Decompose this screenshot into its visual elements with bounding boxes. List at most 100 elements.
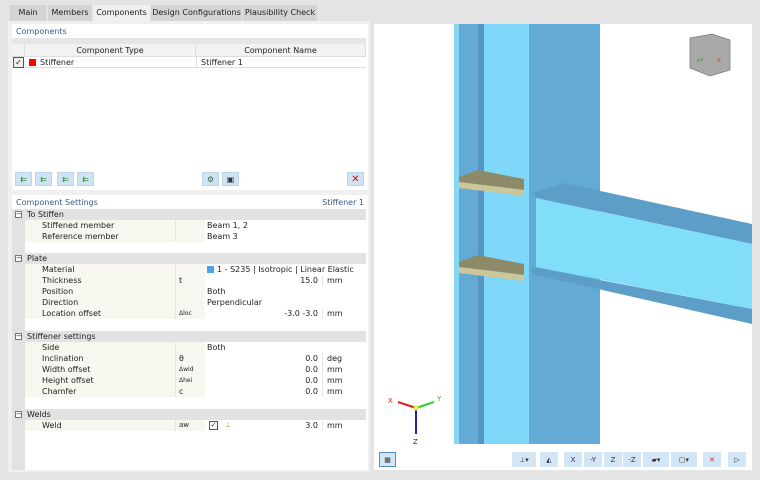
prop-symbol: aw <box>175 420 205 431</box>
prop-name: Material <box>42 265 75 274</box>
col-component-name[interactable]: Component Name <box>196 44 366 57</box>
prop-symbol: c <box>175 386 205 397</box>
prop-position[interactable]: Position Both <box>25 286 366 297</box>
prop-unit: mm <box>322 308 366 319</box>
import-icon[interactable]: ⚙ <box>202 172 219 186</box>
tab-members[interactable]: Members <box>48 5 92 21</box>
svg-text:Y: Y <box>436 395 442 403</box>
group-to-stiffen[interactable]: − To Stiffen <box>12 209 366 220</box>
prop-value[interactable]: Both <box>205 286 366 297</box>
view-minus-y-button[interactable]: -Y <box>584 452 602 467</box>
group-label: Stiffener settings <box>27 332 96 341</box>
export-view-icon[interactable]: ▷ <box>728 452 746 467</box>
column-web <box>484 24 529 444</box>
view-x-button[interactable]: X <box>564 452 582 467</box>
prop-width-offset[interactable]: Width offset Δwid 0.0 mm <box>25 364 366 375</box>
prop-reference-member[interactable]: Reference member Beam 3 <box>25 231 366 242</box>
col-component-type[interactable]: Component Type <box>25 44 196 57</box>
view-z-button[interactable]: Z <box>604 452 622 467</box>
prop-height-offset[interactable]: Height offset Δhei 0.0 mm <box>25 375 366 386</box>
prop-value[interactable]: 0.0 <box>205 353 322 364</box>
prop-value[interactable]: Beam 3 <box>205 231 366 242</box>
render-mode-dropdown[interactable]: ▰▾ <box>643 452 669 467</box>
weld-checkbox[interactable]: ✓ <box>209 421 218 430</box>
group-label: To Stiffen <box>27 210 64 219</box>
tab-plausibility-check[interactable]: Plausibility Check <box>243 5 317 21</box>
prop-name: Width offset <box>42 365 91 374</box>
move-down-icon[interactable]: ⇇ <box>77 172 94 186</box>
collapse-icon[interactable]: − <box>15 411 22 418</box>
collapse-icon[interactable]: − <box>15 255 22 262</box>
tab-main[interactable]: Main <box>10 5 46 21</box>
group-label: Welds <box>27 410 51 419</box>
prop-symbol: t <box>175 275 205 286</box>
prop-value[interactable]: 15.0 <box>205 275 322 286</box>
settings-current-component: Stiffener 1 <box>322 198 364 207</box>
color-swatch <box>29 59 36 66</box>
prop-symbol: Δhei <box>175 375 205 386</box>
prop-symbol <box>175 264 205 275</box>
prop-value[interactable]: Beam 1, 2 <box>205 220 366 231</box>
transparency-dropdown[interactable]: ▢▾ <box>671 452 697 467</box>
group-plate[interactable]: − Plate <box>12 253 366 264</box>
collapse-icon[interactable]: − <box>15 333 22 340</box>
prop-name: Chamfer <box>42 387 77 396</box>
prop-value[interactable]: -3.0 -3.0 <box>205 308 322 319</box>
group-welds[interactable]: − Welds <box>12 409 366 420</box>
prop-unit: mm <box>322 420 366 431</box>
prop-value[interactable]: Both <box>205 342 366 353</box>
prop-location-offset[interactable]: Location offset Δloc -3.0 -3.0 mm <box>25 308 366 319</box>
tab-components[interactable]: Components <box>93 5 150 22</box>
axis-triad: X Y Z <box>388 395 442 446</box>
reset-zoom-icon[interactable]: ✕ <box>703 452 721 467</box>
prop-name: Side <box>42 343 60 352</box>
prop-value[interactable]: 0.0 <box>205 364 322 375</box>
coordinate-system-dropdown[interactable]: ⊥▾ <box>512 452 536 467</box>
prop-direction[interactable]: Direction Perpendicular <box>25 297 366 308</box>
move-up-icon[interactable]: ⇇ <box>57 172 74 186</box>
prop-value[interactable]: 3.0 <box>205 420 322 431</box>
prop-side[interactable]: Side Both <box>25 342 366 353</box>
display-settings-icon[interactable]: ▦ <box>379 452 396 467</box>
prop-symbol: θ <box>175 353 205 364</box>
model-view[interactable]: +Y -X X Y Z <box>374 24 752 470</box>
3d-viewport[interactable]: +Y -X X Y Z <box>374 24 752 470</box>
svg-text:-X: -X <box>716 58 722 64</box>
prop-material[interactable]: Material 1 - S235 | Isotropic | Linear El… <box>25 264 366 275</box>
group-stiffener-settings[interactable]: − Stiffener settings <box>12 331 366 342</box>
prop-unit: mm <box>322 375 366 386</box>
delete-icon[interactable]: ✕ <box>347 172 364 186</box>
group-label: Plate <box>27 254 48 263</box>
insert-before-icon[interactable]: ⇇ <box>15 172 32 186</box>
prop-symbol <box>175 231 205 242</box>
save-icon[interactable]: ▣ <box>222 172 239 186</box>
prop-name: Direction <box>42 298 79 307</box>
prop-symbol <box>175 286 205 297</box>
row-checkbox[interactable]: ✓ <box>13 57 24 68</box>
prop-unit: mm <box>322 364 366 375</box>
prop-stiffened-member[interactable]: Stiffened member Beam 1, 2 <box>25 220 366 231</box>
prop-inclination[interactable]: Inclination θ 0.0 deg <box>25 353 366 364</box>
svg-text:+Y: +Y <box>696 58 704 64</box>
view-cube[interactable]: +Y -X <box>689 33 731 77</box>
view-minus-z-button[interactable]: -Z <box>623 452 641 467</box>
prop-symbol <box>175 342 205 353</box>
fillet-weld-icon: ⊥ <box>225 421 232 429</box>
prop-value[interactable]: 1 - S235 | Isotropic | Linear Elastic <box>205 264 366 275</box>
prop-weld[interactable]: Weld aw 3.0 ✓ ⊥ mm <box>25 420 366 431</box>
prop-name: Weld <box>42 421 62 430</box>
prop-name: Stiffened member <box>42 221 115 230</box>
prop-value[interactable]: 0.0 <box>205 375 322 386</box>
settings-title: Component Settings <box>16 198 98 207</box>
tab-design-configurations[interactable]: Design Configurations <box>151 5 242 21</box>
visibility-icon[interactable]: ◭ <box>540 452 558 467</box>
prop-value[interactable]: Perpendicular <box>205 297 366 308</box>
prop-chamfer[interactable]: Chamfer c 0.0 mm <box>25 386 366 397</box>
prop-value[interactable]: 0.0 <box>205 386 322 397</box>
component-name-cell[interactable]: Stiffener 1 <box>196 57 243 68</box>
collapse-icon[interactable]: − <box>15 211 22 218</box>
table-row[interactable]: ✓ Stiffener Stiffener 1 <box>12 57 366 68</box>
prop-thickness[interactable]: Thickness t 15.0 mm <box>25 275 366 286</box>
prop-unit: deg <box>322 353 366 364</box>
insert-after-icon[interactable]: ⇇ <box>35 172 52 186</box>
